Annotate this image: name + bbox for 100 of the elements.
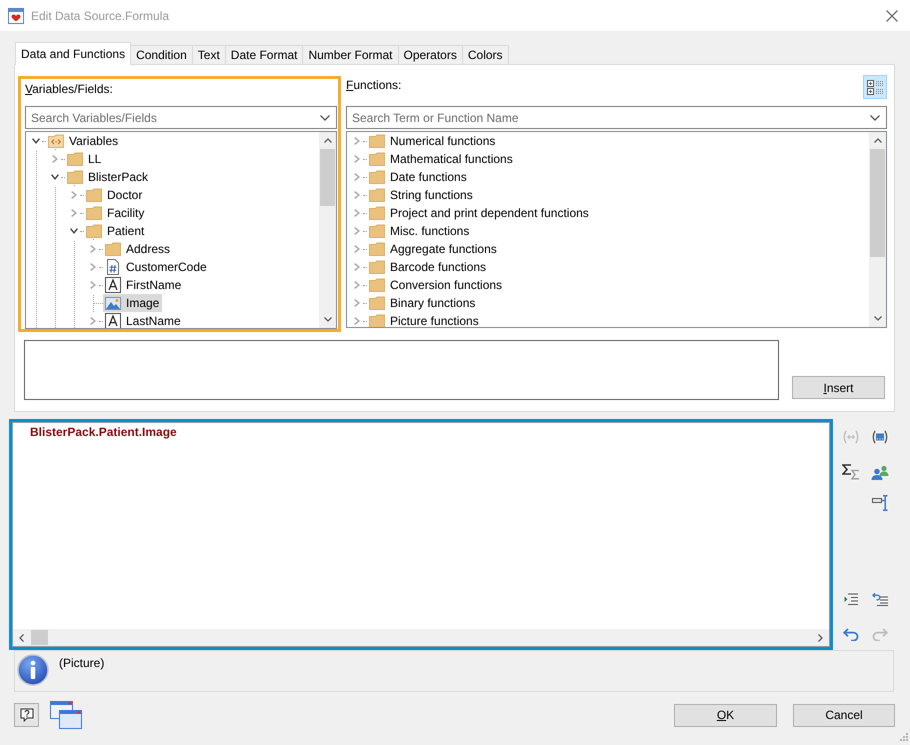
tree-item[interactable]: LL xyxy=(65,150,104,168)
cancel-button[interactable]: Cancel xyxy=(793,704,895,726)
function-group-item[interactable]: Project and print dependent functions xyxy=(367,204,592,222)
scroll-thumb[interactable] xyxy=(320,149,335,206)
chevron-right-icon[interactable] xyxy=(354,317,360,325)
function-group-item[interactable]: Misc. functions xyxy=(367,222,472,240)
chevron-right-icon[interactable] xyxy=(354,209,360,217)
scroll-thumb[interactable] xyxy=(870,149,885,257)
scroll-down-icon[interactable] xyxy=(874,316,882,321)
scroll-thumb[interactable] xyxy=(31,630,48,645)
windows-icon[interactable] xyxy=(50,701,82,729)
functions-label: Functions: xyxy=(346,77,402,93)
chevron-right-icon[interactable] xyxy=(354,263,360,271)
chevron-right-icon[interactable] xyxy=(354,137,360,145)
folder-icon xyxy=(86,187,102,203)
folder-icon xyxy=(369,187,385,203)
tree-item[interactable]: FirstName xyxy=(103,276,184,294)
info-text: (Picture) xyxy=(59,655,104,671)
tree-item[interactable]: Variables xyxy=(46,132,122,150)
search-combo[interactable]: Search Variables/Fields xyxy=(25,106,337,129)
chevron-right-icon[interactable] xyxy=(90,263,96,271)
chevron-down-icon[interactable] xyxy=(320,114,330,120)
box-beam-icon[interactable] xyxy=(872,495,888,511)
function-group-item[interactable]: Mathematical functions xyxy=(367,150,516,168)
help-button[interactable] xyxy=(14,703,39,727)
tree-item[interactable]: CustomerCode xyxy=(103,258,210,276)
chevron-down-icon[interactable] xyxy=(32,138,40,144)
undo-icon[interactable] xyxy=(843,628,859,640)
chevron-right-icon[interactable] xyxy=(52,155,58,163)
chevron-right-icon[interactable] xyxy=(354,173,360,181)
chevron-right-icon[interactable] xyxy=(354,299,360,307)
folder-icon xyxy=(86,223,102,239)
ok-button[interactable]: OK xyxy=(674,704,777,726)
chevron-down-icon[interactable] xyxy=(70,228,78,234)
chevron-right-icon[interactable] xyxy=(354,155,360,163)
tree-item[interactable]: Address xyxy=(103,240,174,258)
folder-icon xyxy=(369,277,385,293)
scrollbar[interactable] xyxy=(319,132,336,328)
tree-item[interactable]: Facility xyxy=(84,204,148,222)
folder-icon xyxy=(369,241,385,257)
function-group-item[interactable]: Date functions xyxy=(367,168,470,186)
search-combo[interactable]: Search Term or Function Name xyxy=(346,106,887,129)
tab[interactable]: Colors xyxy=(462,45,509,64)
folder-icon xyxy=(369,313,385,327)
chevron-right-icon[interactable] xyxy=(354,227,360,235)
chevron-down-icon[interactable] xyxy=(51,174,59,180)
chevron-right-icon[interactable] xyxy=(354,281,360,289)
tree-item[interactable]: Patient xyxy=(84,222,148,240)
function-group-item[interactable]: Aggregate functions xyxy=(367,240,500,258)
folder-code-icon xyxy=(48,133,64,149)
tree-item[interactable]: Doctor xyxy=(84,186,146,204)
tree-item[interactable]: BlisterPack xyxy=(65,168,152,186)
return-lines-icon[interactable] xyxy=(872,592,888,606)
tab[interactable]: Operators xyxy=(398,45,463,64)
folder-icon xyxy=(105,241,121,257)
info-icon xyxy=(17,654,49,686)
function-group-item[interactable]: Conversion functions xyxy=(367,276,506,294)
tree-item[interactable]: Image xyxy=(103,294,162,312)
folder-icon xyxy=(369,169,385,185)
letter-box-icon xyxy=(105,277,121,293)
resize-grip-icon[interactable] xyxy=(900,733,908,741)
app-icon xyxy=(8,8,24,24)
close-icon[interactable] xyxy=(886,10,898,22)
formula-editor[interactable]: BlisterPack.Patient.Image xyxy=(12,422,830,647)
scroll-left-icon[interactable] xyxy=(19,634,24,642)
bracket-field-icon[interactable] xyxy=(871,430,889,444)
people-icon[interactable] xyxy=(871,464,889,480)
folder-icon xyxy=(369,295,385,311)
scrollbar[interactable] xyxy=(13,629,829,646)
scroll-down-icon[interactable] xyxy=(324,317,332,322)
chevron-right-icon[interactable] xyxy=(71,191,77,199)
folder-icon xyxy=(369,223,385,239)
chevron-right-icon[interactable] xyxy=(71,209,77,217)
function-group-item[interactable]: Picture functions xyxy=(367,312,482,327)
function-group-item[interactable]: String functions xyxy=(367,186,476,204)
insert-button[interactable]: Insert xyxy=(792,376,885,399)
window-title: Edit Data Source.Formula xyxy=(31,8,170,24)
scroll-right-icon[interactable] xyxy=(818,634,823,642)
indent-lines-icon[interactable] xyxy=(844,593,858,605)
scroll-up-icon[interactable] xyxy=(324,138,332,143)
folder-icon xyxy=(67,151,83,167)
chevron-right-icon[interactable] xyxy=(354,245,360,253)
function-group-item[interactable]: Binary functions xyxy=(367,294,478,312)
search-field[interactable]: Search Term or Function Name xyxy=(352,109,866,126)
function-group-item[interactable]: Numerical functions xyxy=(367,132,498,150)
search-field[interactable]: Search Variables/Fields xyxy=(31,109,316,126)
scroll-up-icon[interactable] xyxy=(874,138,882,143)
chevron-right-icon[interactable] xyxy=(90,281,96,289)
folder-icon xyxy=(369,259,385,275)
tab[interactable]: Data and Functions xyxy=(15,42,132,65)
chevron-down-icon[interactable] xyxy=(870,114,880,120)
scrollbar[interactable] xyxy=(869,132,886,327)
sigma-icon[interactable] xyxy=(842,464,860,480)
chevron-right-icon[interactable] xyxy=(354,191,360,199)
chevron-right-icon[interactable] xyxy=(90,245,96,253)
chevron-right-icon[interactable] xyxy=(90,317,96,325)
view-toggle-button[interactable] xyxy=(863,75,887,99)
plus-list-icon xyxy=(867,80,883,94)
function-group-item[interactable]: Barcode functions xyxy=(367,258,490,276)
tree-item[interactable]: LastName xyxy=(103,312,184,328)
